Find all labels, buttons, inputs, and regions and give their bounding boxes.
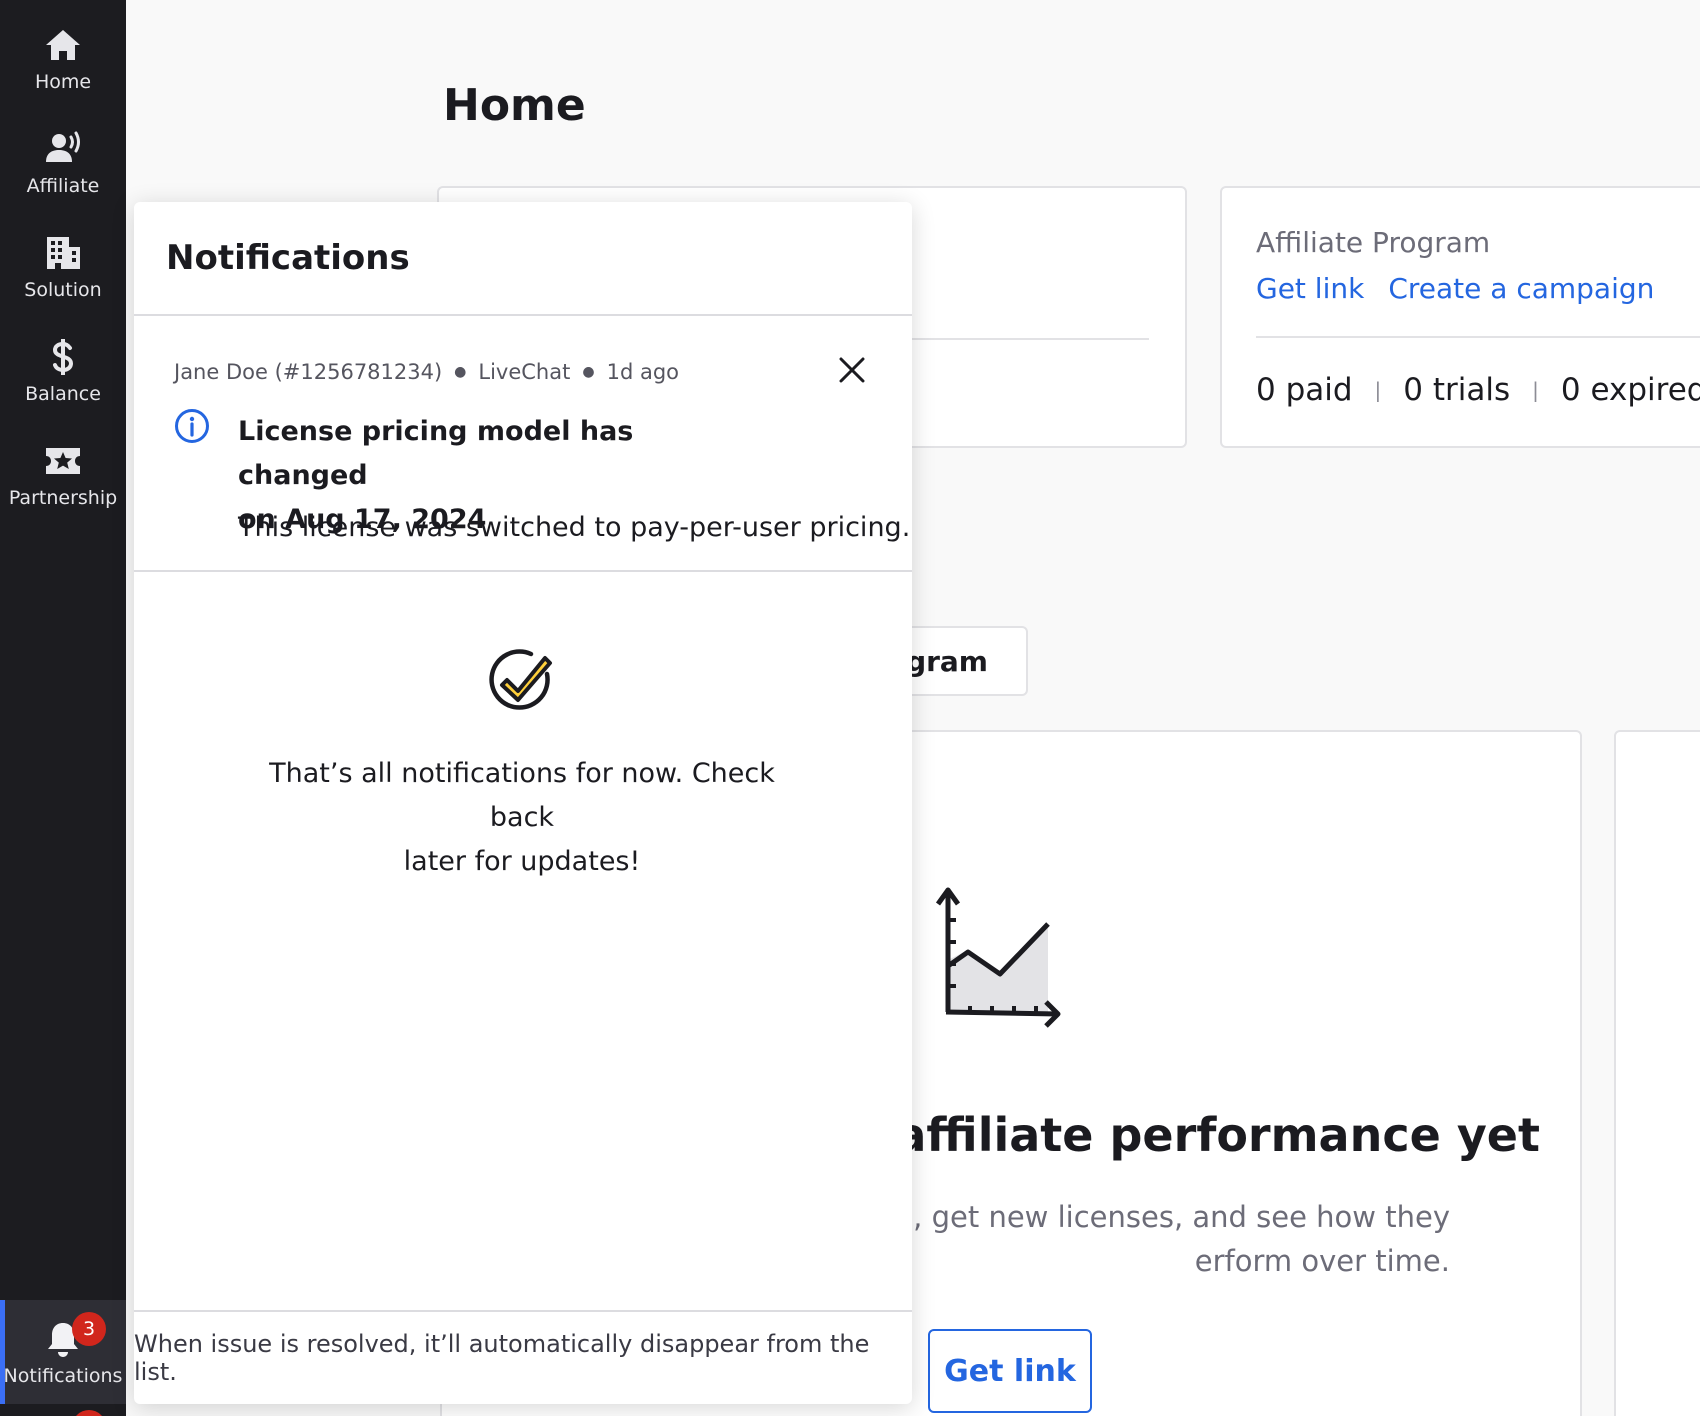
sidebar-item-label: Balance — [25, 383, 101, 405]
sidebar-item-label: Home — [34, 71, 92, 93]
sidebar-item-notifications[interactable]: Notifications 3 — [0, 1300, 126, 1404]
sidebar-item-label: Partnership — [8, 487, 118, 509]
affiliate-program-card: Affiliate Program Get link Create a camp… — [1220, 186, 1700, 448]
notifications-panel: Notifications Jane Doe (#1256781234) ● L… — [134, 202, 912, 1404]
expired-count: 0 expired — [1560, 372, 1700, 408]
notification-item[interactable]: Jane Doe (#1256781234) ● LiveChat ● 1d a… — [134, 316, 912, 572]
sidebar-item-solution[interactable]: Solution — [0, 214, 126, 318]
sidebar-item-home[interactable]: Home — [0, 6, 126, 110]
empty-message-line: That’s all notifications for now. Check … — [269, 758, 775, 833]
chart-illustration-icon — [935, 887, 1061, 1028]
panel-title: Notifications — [134, 202, 912, 316]
empty-state: That’s all notifications for now. Check … — [134, 572, 912, 1312]
card-links: Get link Create a campaign — [1256, 272, 1654, 305]
secondary-card — [1614, 730, 1700, 1416]
app-root: Home Affiliate Solution Balance Partners… — [0, 0, 1700, 1416]
panel-footer-note: When issue is resolved, it’ll automatica… — [134, 1310, 912, 1404]
notification-product: LiveChat — [478, 360, 571, 384]
check-circle-icon — [489, 649, 552, 710]
sidebar-item-partnership[interactable]: Partnership — [0, 422, 126, 526]
meta-dot: ● — [582, 364, 595, 380]
affiliate-icon — [41, 127, 85, 171]
get-link-link[interactable]: Get link — [1256, 272, 1364, 305]
sidebar-item-affiliate[interactable]: Affiliate — [0, 110, 126, 214]
license-stats: 0 paid | 0 trials | 0 expired — [1256, 372, 1700, 408]
create-campaign-link[interactable]: Create a campaign — [1388, 272, 1654, 305]
notification-meta: Jane Doe (#1256781234) ● LiveChat ● 1d a… — [174, 360, 679, 384]
sidebar-item-balance[interactable]: Balance — [0, 318, 126, 422]
home-icon — [41, 23, 85, 67]
sidebar-item-label: Solution — [24, 279, 102, 301]
notification-title-line: License pricing model has changed — [238, 416, 634, 491]
notification-time: 1d ago — [606, 360, 679, 384]
sidebar-item-label: Affiliate — [26, 175, 100, 197]
dollar-icon — [41, 335, 85, 379]
notification-author: Jane Doe (#1256781234) — [174, 360, 443, 384]
card-divider — [1256, 336, 1700, 338]
get-link-button[interactable]: Get link — [928, 1329, 1092, 1413]
paid-count: 0 paid — [1256, 372, 1353, 408]
stat-separator: | — [1374, 378, 1382, 402]
ticket-star-icon — [41, 439, 85, 483]
building-icon — [41, 231, 85, 275]
meta-dot: ● — [454, 364, 467, 380]
page-title: Home — [443, 80, 586, 131]
partial-badge — [72, 1410, 106, 1416]
stat-separator: | — [1532, 378, 1539, 402]
empty-message: That’s all notifications for now. Check … — [234, 752, 810, 884]
info-icon — [175, 409, 209, 443]
sidebar-item-label: Notifications — [3, 1365, 123, 1387]
trials-count: 0 trials — [1403, 372, 1511, 408]
notification-count-badge: 3 — [72, 1312, 106, 1346]
close-icon[interactable] — [836, 354, 868, 386]
card-title: Affiliate Program — [1256, 226, 1491, 259]
notification-body: This license was switched to pay-per-use… — [238, 512, 911, 543]
sidebar: Home Affiliate Solution Balance Partners… — [0, 0, 126, 1416]
empty-message-line: later for updates! — [403, 846, 641, 877]
